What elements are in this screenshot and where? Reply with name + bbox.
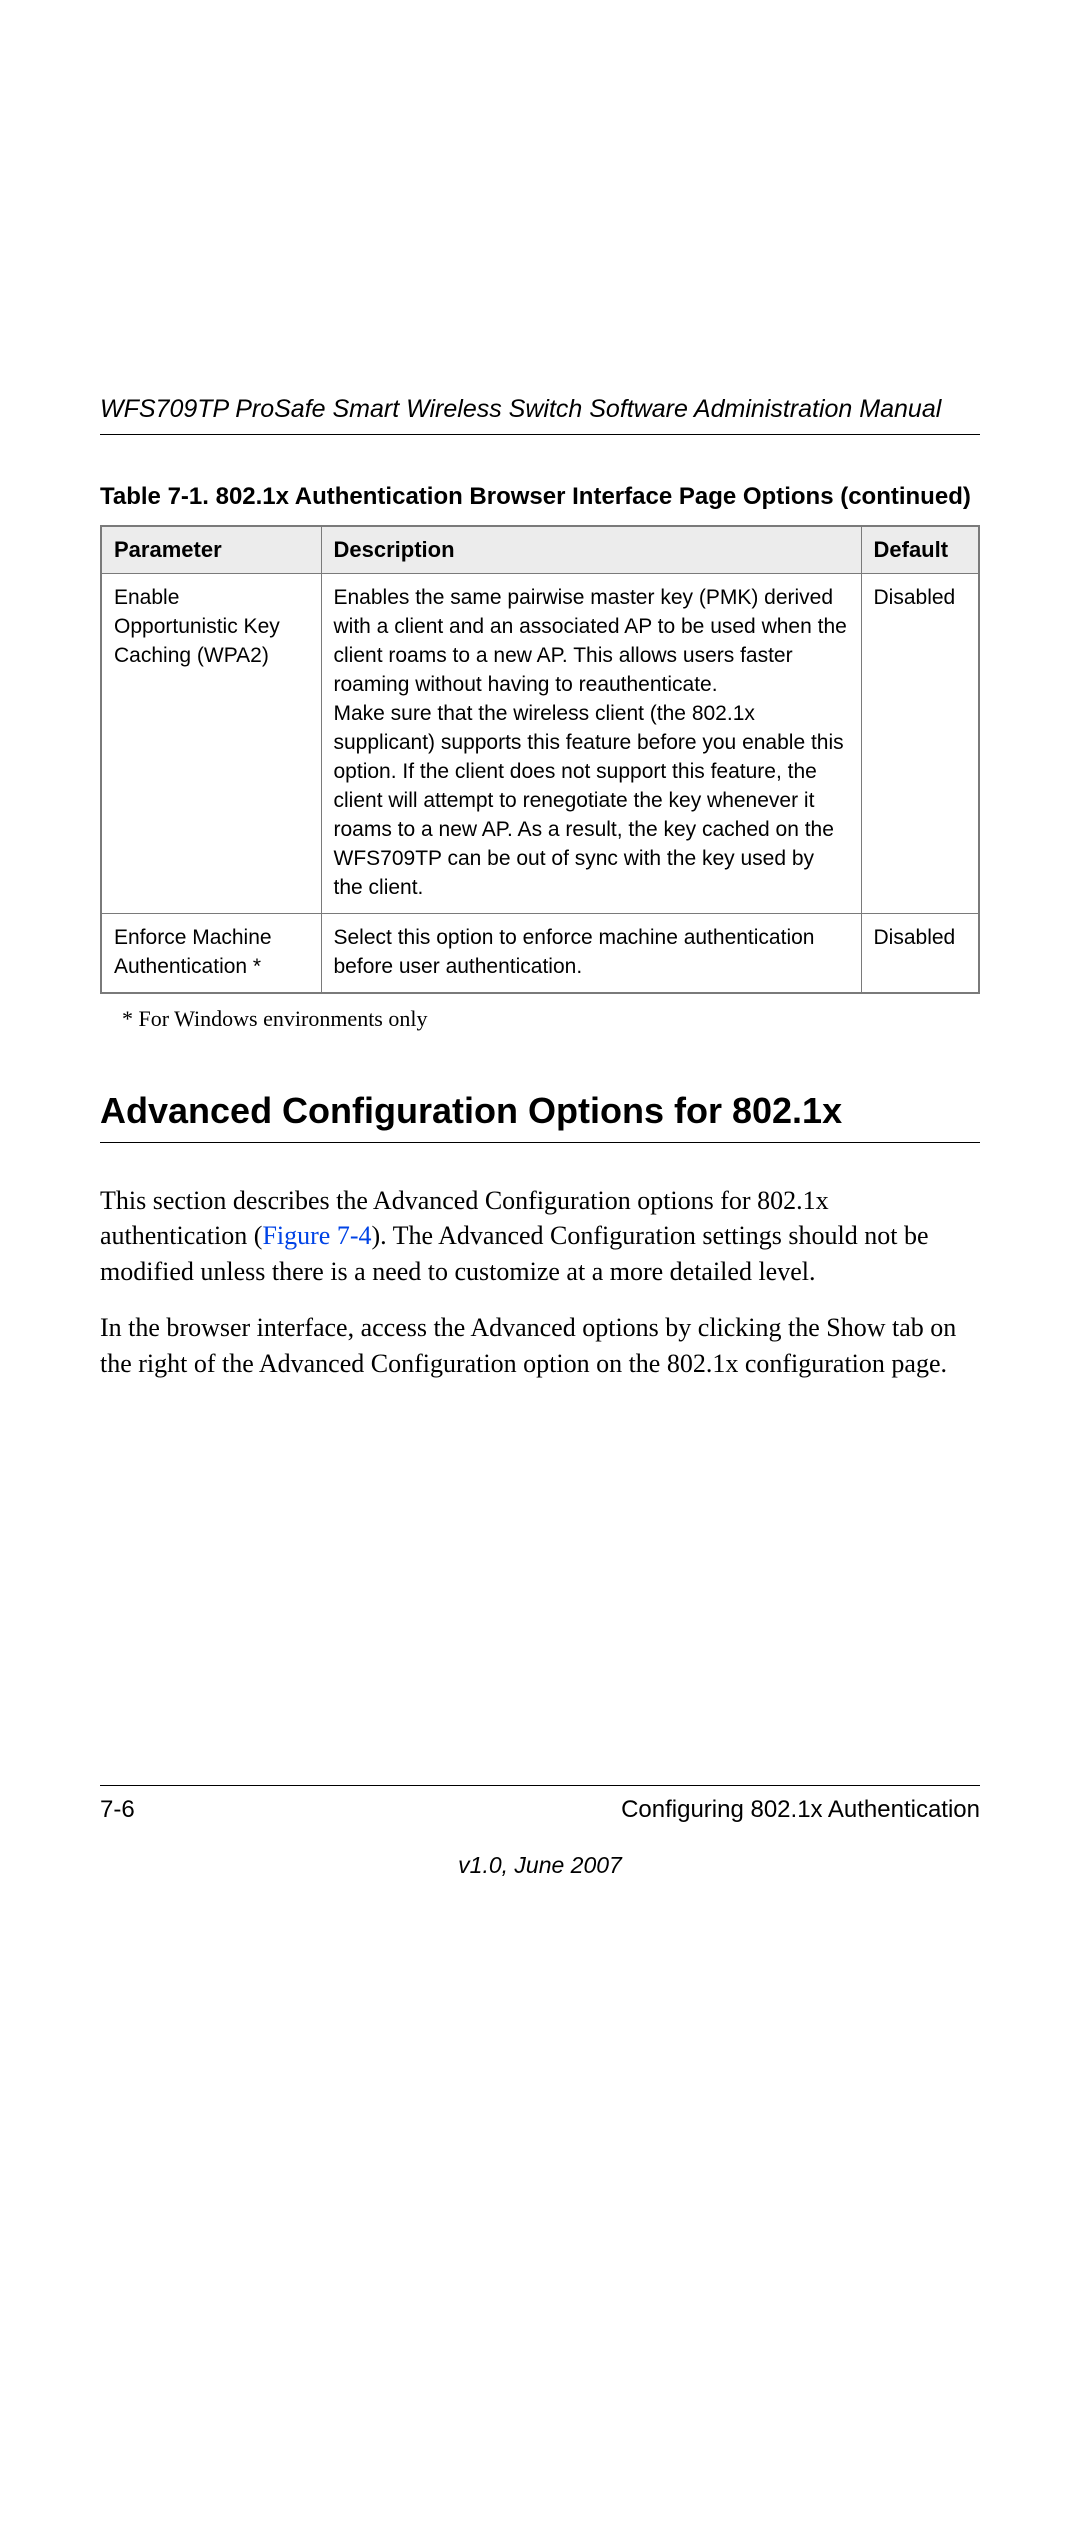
cell-default: Disabled xyxy=(861,913,979,992)
table-row: Enable Opportunistic Key Caching (WPA2) … xyxy=(101,574,979,914)
figure-reference-link[interactable]: Figure 7-4 xyxy=(262,1221,371,1250)
cell-parameter: Enforce Machine Authentication * xyxy=(101,913,321,992)
cell-parameter: Enable Opportunistic Key Caching (WPA2) xyxy=(101,574,321,914)
page-content: WFS709TP ProSafe Smart Wireless Switch S… xyxy=(100,395,980,1402)
cell-default: Disabled xyxy=(861,574,979,914)
table-footnote: * For Windows environments only xyxy=(122,1006,980,1032)
version-label: v1.0, June 2007 xyxy=(100,1852,980,1879)
body-paragraph: This section describes the Advanced Conf… xyxy=(100,1183,980,1291)
page-number: 7-6 xyxy=(100,1796,135,1824)
running-header: WFS709TP ProSafe Smart Wireless Switch S… xyxy=(100,395,980,435)
cell-description: Select this option to enforce machine au… xyxy=(321,913,861,992)
table-header-row: Parameter Description Default xyxy=(101,526,979,574)
options-table: Parameter Description Default Enable Opp… xyxy=(100,525,980,994)
col-header-parameter: Parameter xyxy=(101,526,321,574)
page-footer: 7-6 Configuring 802.1x Authentication v1… xyxy=(100,1785,980,1879)
chapter-title: Configuring 802.1x Authentication xyxy=(621,1796,980,1824)
table-row: Enforce Machine Authentication * Select … xyxy=(101,913,979,992)
section-heading: Advanced Configuration Options for 802.1… xyxy=(100,1090,980,1143)
col-header-default: Default xyxy=(861,526,979,574)
table-caption: Table 7-1. 802.1x Authentication Browser… xyxy=(100,483,980,511)
col-header-description: Description xyxy=(321,526,861,574)
cell-description: Enables the same pairwise master key (PM… xyxy=(321,574,861,914)
body-paragraph: In the browser interface, access the Adv… xyxy=(100,1310,980,1382)
